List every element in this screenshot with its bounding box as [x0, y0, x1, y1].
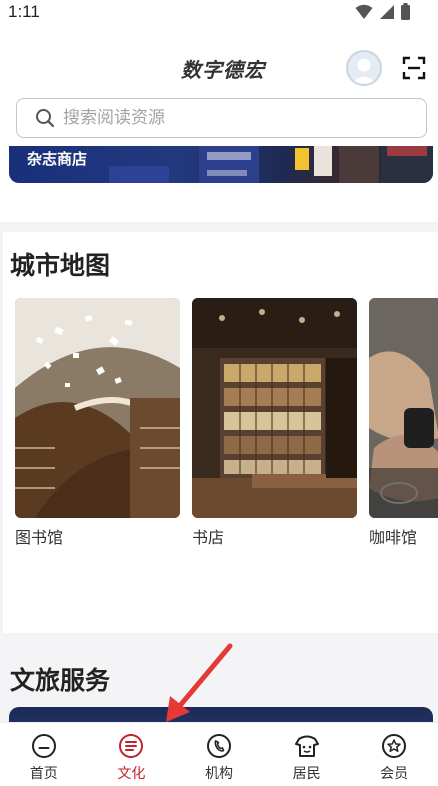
nav-item-resident[interactable]: 居民	[263, 723, 351, 786]
section-title-city-map: 城市地图	[10, 251, 111, 280]
battery-icon	[401, 3, 410, 20]
avatar[interactable]	[346, 50, 382, 86]
city-map-section: 城市地图 图书馆 书店 咖啡馆	[3, 232, 438, 633]
cafe-photo	[369, 298, 438, 518]
scan-button[interactable]	[402, 56, 426, 80]
nav-item-member[interactable]: 会员	[350, 723, 438, 786]
signal-icon	[380, 4, 394, 19]
map-card-label: 咖啡馆	[369, 528, 418, 547]
city-map-card-list: 图书馆 书店 咖啡馆	[15, 298, 438, 558]
nav-item-home[interactable]: 首页	[0, 723, 88, 786]
map-card-cafe[interactable]: 咖啡馆	[369, 298, 438, 548]
scan-icon	[402, 56, 426, 80]
header: 数字德宏	[0, 28, 438, 146]
nav-label: 居民	[292, 766, 321, 782]
app-screen: 1:11 数字德宏 搜索阅读资源 杂志商店 城市地图 图书馆 书店 咖啡馆 文旅…	[0, 0, 438, 786]
culture-icon	[119, 734, 144, 758]
bookstore-photo	[192, 298, 357, 518]
phone-icon	[206, 734, 231, 758]
status-time: 1:11	[8, 2, 40, 21]
magazine-store-banner[interactable]: 杂志商店	[9, 146, 433, 183]
status-icons	[355, 3, 410, 20]
status-bar: 1:11	[0, 0, 438, 28]
library-photo	[15, 298, 180, 518]
nav-item-institution[interactable]: 机构	[175, 723, 263, 786]
user-avatar-icon	[348, 52, 380, 84]
section-title-travel: 文旅服务	[10, 666, 111, 695]
member-star-icon	[382, 734, 407, 758]
wifi-icon	[355, 4, 373, 19]
travel-service-section: 文旅服务	[0, 643, 438, 747]
nav-label: 会员	[380, 766, 409, 782]
banner-label: 杂志商店	[27, 150, 88, 168]
bottom-nav: 首页 文化 机构 居民 会员	[0, 722, 438, 786]
banner-section: 杂志商店	[0, 146, 438, 222]
map-card-library[interactable]: 图书馆	[15, 298, 180, 548]
map-card-label: 图书馆	[15, 528, 64, 547]
nav-item-culture[interactable]: 文化	[88, 723, 176, 786]
map-card-bookstore[interactable]: 书店	[192, 298, 357, 548]
nav-label: 首页	[29, 766, 58, 782]
search-input[interactable]	[63, 108, 363, 128]
resident-icon	[294, 735, 319, 757]
nav-label: 机构	[204, 766, 233, 782]
map-card-label: 书店	[192, 528, 225, 547]
home-icon	[31, 734, 56, 758]
search-bar[interactable]	[16, 98, 427, 138]
search-icon	[36, 109, 55, 128]
nav-label: 文化	[117, 766, 146, 782]
